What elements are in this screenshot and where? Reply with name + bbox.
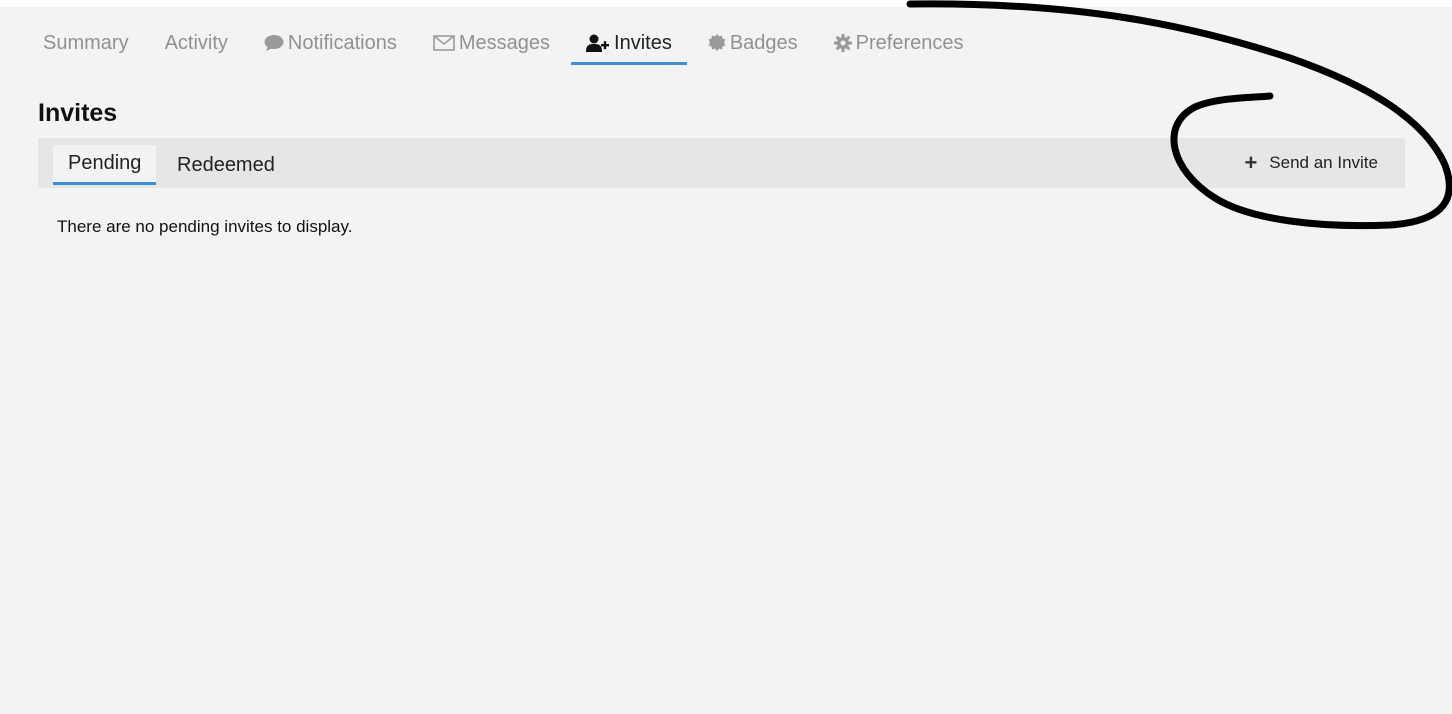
gear-icon <box>833 34 852 52</box>
speech-bubble-icon <box>264 34 284 52</box>
envelope-icon <box>433 35 455 51</box>
profile-nav: Summary Activity Notifications Messages <box>28 27 985 65</box>
nav-activity[interactable]: Activity <box>150 27 243 59</box>
nav-invites[interactable]: Invites <box>571 27 687 65</box>
nav-messages[interactable]: Messages <box>418 27 565 59</box>
tab-pending[interactable]: Pending <box>53 145 157 185</box>
user-profile-page: Summary Activity Notifications Messages <box>0 7 1452 714</box>
badge-seal-icon <box>708 34 726 52</box>
tab-redeemed[interactable]: Redeemed <box>162 145 290 185</box>
nav-invites-label: Invites <box>614 31 672 54</box>
nav-summary[interactable]: Summary <box>28 27 144 59</box>
tab-pending-label: Pending <box>68 152 142 174</box>
send-invite-label: Send an Invite <box>1269 153 1378 172</box>
nav-notifications[interactable]: Notifications <box>249 27 412 59</box>
nav-activity-label: Activity <box>164 31 228 54</box>
tab-redeemed-label: Redeemed <box>177 153 275 176</box>
nav-preferences-label: Preferences <box>855 31 964 54</box>
page-title: Invites <box>38 99 118 127</box>
plus-icon: + <box>1244 150 1258 175</box>
user-plus-icon <box>586 34 610 52</box>
nav-preferences[interactable]: Preferences <box>819 27 979 59</box>
nav-badges[interactable]: Badges <box>693 27 813 59</box>
nav-summary-label: Summary <box>43 31 129 54</box>
empty-state-message: There are no pending invites to display. <box>57 217 353 236</box>
nav-badges-label: Badges <box>729 31 798 54</box>
send-invite-button[interactable]: + Send an Invite <box>1244 150 1378 176</box>
invites-tab-bar: Pending Redeemed + Send an Invite <box>38 138 1405 188</box>
nav-messages-label: Messages <box>458 31 551 54</box>
nav-notifications-label: Notifications <box>287 31 397 54</box>
